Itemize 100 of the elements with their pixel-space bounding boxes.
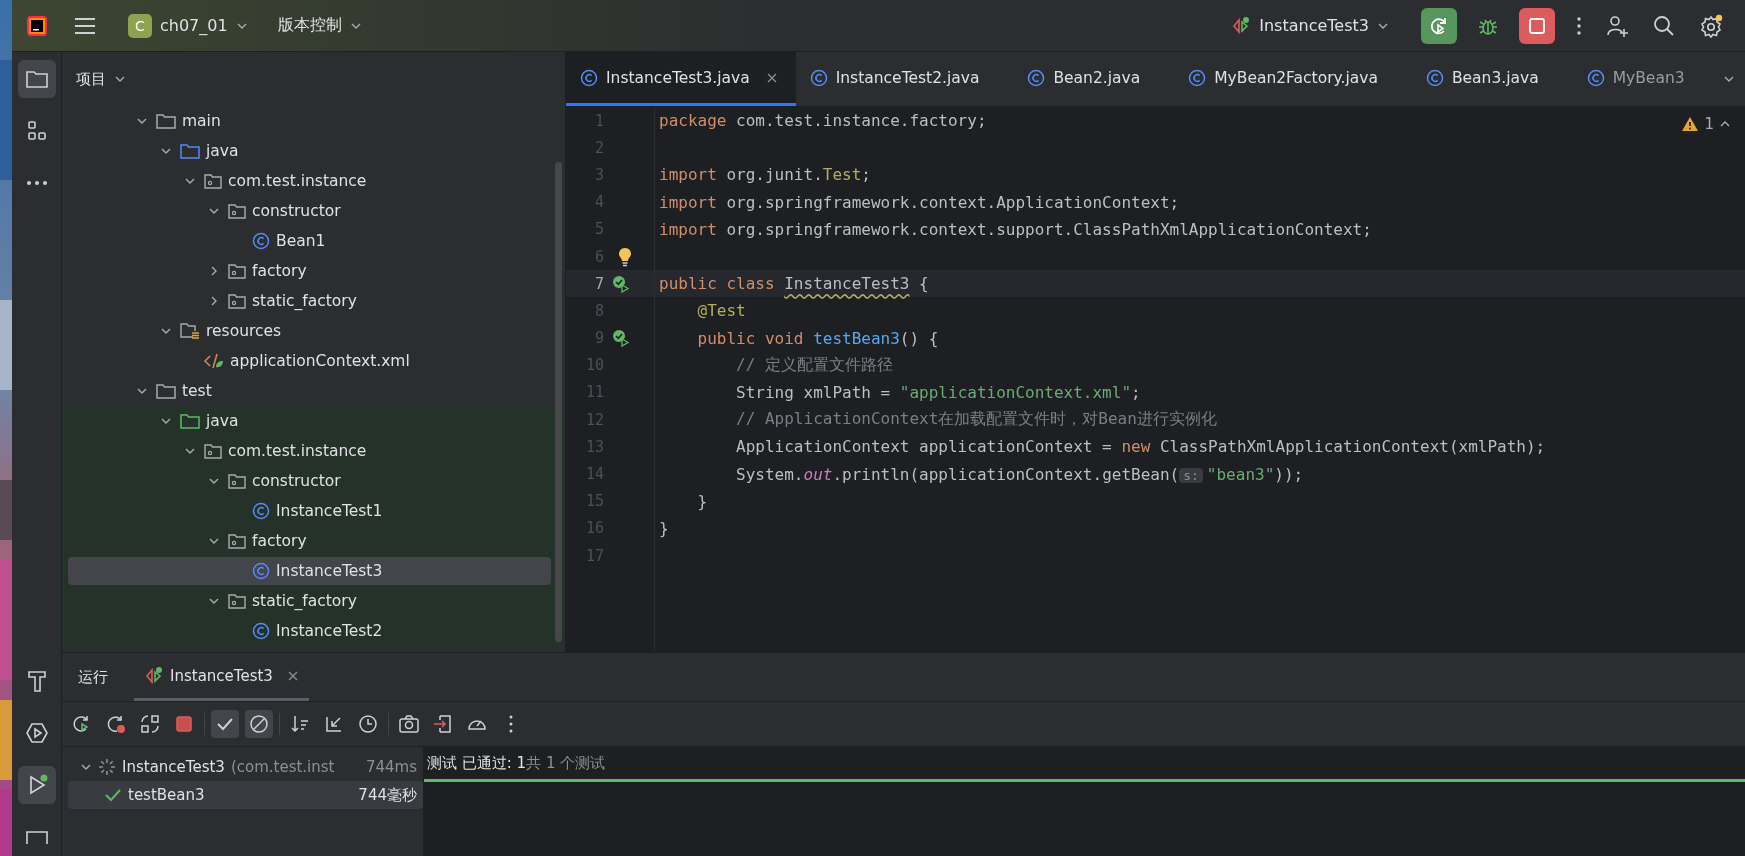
tree-item[interactable]: Bean1 xyxy=(68,227,551,255)
show-passed-button[interactable] xyxy=(211,710,239,738)
class-icon xyxy=(252,622,270,640)
project-tool-button[interactable] xyxy=(17,60,56,98)
code-line: import org.springframework.context.support.ClassPathXmlApplicationContext; xyxy=(659,219,1372,239)
class-icon xyxy=(1425,68,1444,87)
code-line: public void testBean3() { xyxy=(696,328,939,348)
editor-tab[interactable]: Bean2.java xyxy=(1013,52,1175,106)
more-icon xyxy=(509,713,513,735)
code-line: import org.junit.Test; xyxy=(659,165,871,185)
run-tool-button[interactable] xyxy=(17,766,56,804)
structure-icon xyxy=(25,120,48,142)
project-view-menu[interactable]: 项目 xyxy=(76,69,126,89)
app-logo-icon[interactable] xyxy=(26,14,48,37)
line-number: 7 xyxy=(593,274,604,293)
test-tree-item[interactable]: testBean3 744毫秒 xyxy=(68,781,423,809)
rerun-failed-icon xyxy=(105,713,127,735)
editor-tab[interactable]: InstanceTest3.java xyxy=(566,52,796,106)
class-icon xyxy=(1586,68,1605,87)
package-icon xyxy=(228,473,246,489)
terminal-icon xyxy=(24,830,49,844)
show-ignored-button[interactable] xyxy=(245,710,273,738)
code-line: } xyxy=(696,491,708,511)
scrollbar-thumb[interactable] xyxy=(555,162,562,642)
test-passed-icon[interactable] xyxy=(612,274,630,293)
screenshot-icon xyxy=(398,713,420,735)
code-line: System.out.println(applicationContext.getBean( s: "bean3")); xyxy=(735,464,1304,484)
tree-item[interactable]: java xyxy=(68,137,551,165)
test-summary: 共 1 个测试 xyxy=(526,753,606,773)
package-icon xyxy=(228,533,246,549)
code-line: // 定义配置文件路径 xyxy=(735,354,893,376)
test-tree-item[interactable]: InstanceTest3 (com.test.inst 744ms xyxy=(68,753,423,781)
class-icon xyxy=(580,68,598,87)
services-icon xyxy=(24,721,49,745)
code-line: import org.springframework.context.ApplicationContext; xyxy=(659,192,1180,212)
resources-folder-icon xyxy=(180,322,200,340)
panel-title: 运行 xyxy=(78,667,108,687)
tree-item[interactable]: InstanceTest3 xyxy=(68,557,551,585)
tree-item[interactable]: com.test.instance xyxy=(68,167,551,195)
tree-item[interactable]: static_factory xyxy=(68,287,551,315)
run-tab[interactable]: InstanceTest3 xyxy=(134,653,309,701)
class-icon xyxy=(252,502,270,520)
stop-button[interactable] xyxy=(1519,7,1555,44)
warning-count[interactable]: 1 xyxy=(1704,115,1714,133)
code-line: ApplicationContext applicationContext = new ClassPathXmlApplicationContext(xmlPath); xyxy=(735,437,1546,457)
gauge-icon xyxy=(467,717,487,731)
settings-icon[interactable] xyxy=(1699,13,1723,38)
more-icon xyxy=(25,180,48,186)
package-icon xyxy=(228,263,246,279)
class-icon xyxy=(252,232,270,250)
tree-item[interactable]: resources xyxy=(68,317,551,345)
package-icon xyxy=(228,593,246,609)
tree-item[interactable]: factory xyxy=(68,257,551,285)
editor-tab[interactable]: MyBean3 xyxy=(1572,52,1719,106)
search-icon[interactable] xyxy=(1653,14,1675,37)
folder-icon xyxy=(180,143,200,159)
close-icon[interactable] xyxy=(286,669,299,682)
run-config-selector[interactable]: InstanceTest3 xyxy=(1223,9,1397,42)
tree-item[interactable]: constructor xyxy=(68,197,551,225)
test-passed-icon[interactable] xyxy=(612,329,630,348)
folder-icon xyxy=(156,383,176,399)
menu-icon[interactable] xyxy=(74,16,96,35)
code-line: } xyxy=(659,518,669,538)
class-icon xyxy=(809,68,828,87)
class-icon xyxy=(252,562,270,580)
folder-icon xyxy=(156,113,176,129)
class-icon xyxy=(1027,68,1046,87)
warning-icon xyxy=(1681,116,1700,132)
code-line: // ApplicationContext在加载配置文件时，对Bean进行实例化 xyxy=(735,409,1217,431)
rerun-button[interactable] xyxy=(1421,7,1457,44)
vcs-menu[interactable]: 版本控制 xyxy=(269,9,370,42)
more-icon[interactable] xyxy=(1575,15,1583,36)
editor-tab[interactable]: MyBean2Factory.java xyxy=(1174,52,1412,106)
export-icon xyxy=(432,713,454,735)
close-icon[interactable] xyxy=(765,71,778,84)
history-icon xyxy=(357,713,379,735)
package-icon xyxy=(228,203,246,219)
sort-icon xyxy=(289,713,311,735)
package-icon xyxy=(228,293,246,309)
xml-file-icon xyxy=(204,352,224,370)
test-status: 测试 已通过: 1 xyxy=(427,753,527,773)
toggle-auto-icon xyxy=(139,713,161,735)
code-line: public class InstanceTest3 { xyxy=(659,274,929,294)
tree-item[interactable]: test xyxy=(68,377,551,405)
add-user-icon[interactable] xyxy=(1605,13,1629,38)
code-line: package com.test.instance.factory; xyxy=(659,111,987,131)
tree-item[interactable]: applicationContext.xml xyxy=(68,347,551,375)
tree-item[interactable]: main xyxy=(68,107,551,135)
code-line: @Test xyxy=(696,301,746,321)
lightbulb-icon[interactable] xyxy=(618,246,632,267)
show-ignored-icon xyxy=(248,713,270,735)
editor-tab[interactable]: Bean3.java xyxy=(1411,52,1573,106)
test-run-icon xyxy=(144,665,164,686)
hammer-icon xyxy=(25,669,48,693)
package-icon xyxy=(204,443,222,459)
class-icon xyxy=(1188,68,1207,87)
folder-icon xyxy=(180,413,200,429)
package-icon xyxy=(204,173,222,189)
project-switcher[interactable]: C ch07_01 xyxy=(120,7,256,44)
editor-tab[interactable]: InstanceTest2.java xyxy=(795,52,1014,106)
